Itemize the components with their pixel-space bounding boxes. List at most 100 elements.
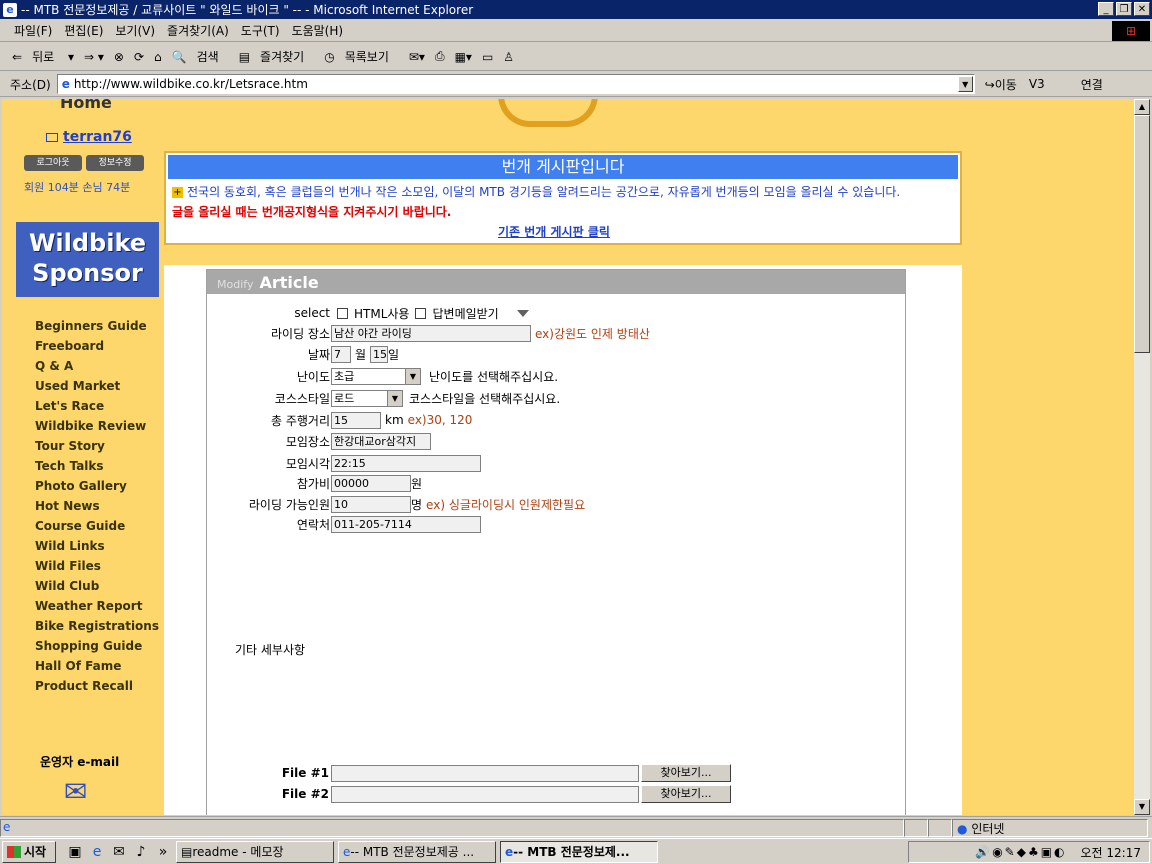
menu-edit[interactable]: 편집(E): [64, 22, 103, 39]
menu-view[interactable]: 보기(V): [115, 22, 155, 39]
nav-item[interactable]: Tour Story: [35, 439, 159, 459]
sponsor-banner[interactable]: Wildbike Sponsor: [16, 222, 159, 297]
place-label: 라이딩 장소: [270, 326, 330, 341]
meet-place-input[interactable]: 한강대교or삼각지: [331, 432, 431, 450]
nav-item[interactable]: Let's Race: [35, 399, 159, 419]
file2-browse-button[interactable]: 찾아보기...: [641, 785, 731, 803]
favorites-button[interactable]: ▤ 즐겨찾기: [239, 48, 315, 65]
stop-icon[interactable]: ⊗: [114, 50, 124, 64]
edit-icon[interactable]: ▦▾: [455, 50, 472, 64]
search-button[interactable]: 🔍 검색: [172, 48, 229, 65]
address-input[interactable]: e http://www.wildbike.co.kr/Letsrace.htm…: [56, 74, 975, 94]
distance-input[interactable]: 15: [331, 411, 381, 429]
home-link[interactable]: Home: [60, 99, 112, 112]
discuss-icon[interactable]: ▭: [482, 50, 493, 64]
nav-item[interactable]: Product Recall: [35, 679, 159, 699]
old-board-link[interactable]: 기존 번개 게시판 클릭: [498, 223, 610, 240]
scroll-up-icon[interactable]: ▲: [1134, 99, 1150, 115]
nav-item[interactable]: Wildbike Review: [35, 419, 159, 439]
meet-time-input[interactable]: 22:15: [331, 454, 481, 472]
menu-favorites[interactable]: 즐겨찾기(A): [167, 22, 229, 39]
scroll-thumb[interactable]: [1134, 115, 1150, 353]
course-select[interactable]: 로드 ▼: [331, 389, 403, 407]
nav-item[interactable]: Hot News: [35, 499, 159, 519]
nav-item[interactable]: Tech Talks: [35, 459, 159, 479]
print-icon[interactable]: ⎙: [435, 49, 445, 64]
html-checkbox[interactable]: [337, 307, 348, 319]
tray-icons[interactable]: 🔊◉✎◆♣▣◐: [975, 845, 1066, 859]
window-controls: _ ❐ ✕: [1098, 2, 1150, 16]
task-notepad[interactable]: ▤ readme - 메모장: [176, 840, 334, 863]
nav-item[interactable]: Used Market: [35, 379, 159, 399]
more-icon[interactable]: »: [154, 843, 172, 861]
minimize-button[interactable]: _: [1098, 2, 1114, 16]
username-link[interactable]: terran76: [46, 129, 132, 145]
nav-item[interactable]: Hall Of Fame: [35, 659, 159, 679]
meet-place-label: 모임장소: [285, 434, 330, 449]
address-bar: 주소(D) e http://www.wildbike.co.kr/Letsra…: [0, 72, 1152, 97]
links-button[interactable]: 연결: [1081, 76, 1103, 93]
sponsor-line2: Sponsor: [32, 259, 143, 287]
date-label: 날짜: [307, 347, 330, 362]
nav-item[interactable]: Weather Report: [35, 599, 159, 619]
logout-button[interactable]: 로그아웃: [24, 155, 82, 171]
messenger-icon[interactable]: ♙: [503, 50, 514, 64]
nav-item[interactable]: Wild Files: [35, 559, 159, 579]
menu-help[interactable]: 도움말(H): [292, 22, 344, 39]
desktop-icon[interactable]: ▣: [66, 843, 84, 861]
chevron-down-icon: ▼: [387, 390, 402, 406]
contact-input[interactable]: 011-205-7114: [331, 515, 481, 533]
outlook-icon[interactable]: ✉: [110, 843, 128, 861]
date-row: 날짜 7 월 15 일: [207, 345, 399, 363]
nav-item[interactable]: Shopping Guide: [35, 639, 159, 659]
task-ie-2[interactable]: e -- MTB 전문정보제...: [500, 840, 658, 863]
history-button[interactable]: ◷ 목록보기: [324, 48, 399, 65]
menu-bar: 파일(F) 편집(E) 보기(V) 즐겨찾기(A) 도구(T) 도움말(H): [0, 19, 1152, 42]
fee-input[interactable]: 00000: [331, 474, 411, 492]
v3-button[interactable]: V3: [1029, 77, 1045, 91]
scroll-down-icon[interactable]: ▼: [1134, 799, 1150, 815]
capacity-input[interactable]: 10: [331, 495, 411, 513]
expand-icon[interactable]: [516, 309, 529, 317]
address-dropdown-icon[interactable]: ▼: [957, 76, 973, 92]
ie-quick-icon[interactable]: e: [88, 843, 106, 861]
file1-browse-button[interactable]: 찾아보기...: [641, 764, 731, 782]
nav-item[interactable]: Course Guide: [35, 519, 159, 539]
place-input[interactable]: 남산 야간 라이딩: [331, 324, 531, 342]
distance-example: ex)30, 120: [407, 413, 473, 427]
back-button[interactable]: ⇐ 뒤로 ▾: [12, 48, 74, 65]
day-input[interactable]: 15: [370, 345, 389, 363]
mail-icon[interactable]: ✉▾: [409, 50, 425, 64]
nav-item[interactable]: Freeboard: [35, 339, 159, 359]
reply-mail-checkbox[interactable]: [415, 307, 427, 319]
menu-file[interactable]: 파일(F): [14, 22, 52, 39]
forward-button[interactable]: ⇒ ▾: [84, 50, 104, 64]
task-ie-1[interactable]: e -- MTB 전문정보제공 ...: [338, 840, 496, 863]
nav-item[interactable]: Beginners Guide: [35, 319, 159, 339]
nav-item[interactable]: Photo Gallery: [35, 479, 159, 499]
mail-bird-icon[interactable]: ✉: [64, 775, 104, 811]
start-button[interactable]: 시작: [2, 840, 56, 863]
file2-input[interactable]: [331, 785, 639, 803]
level-select[interactable]: 초급 ▼: [331, 367, 421, 385]
toolbar: ⇐ 뒤로 ▾ ⇒ ▾ ⊗ ⟳ ⌂ 🔍 검색 ▤ 즐겨찾기 ◷ 목록보기 ✉▾ ⎙ ▦▾ …: [0, 43, 1152, 71]
task-ie-1-label: -- MTB 전문정보제공 ...: [350, 845, 475, 859]
home-icon[interactable]: ⌂: [154, 50, 162, 64]
nav-item[interactable]: Q & A: [35, 359, 159, 379]
media-icon[interactable]: ♪: [132, 843, 150, 861]
edit-info-button[interactable]: 정보수정: [86, 155, 144, 171]
file1-input[interactable]: [331, 764, 639, 782]
nav-item[interactable]: Bike Registrations: [35, 619, 159, 639]
place-row: 라이딩 장소 남산 야간 라이딩 ex)강원도 인제 방태산: [207, 324, 650, 342]
restore-button[interactable]: ❐: [1116, 2, 1132, 16]
nav-item[interactable]: Wild Links: [35, 539, 159, 559]
refresh-icon[interactable]: ⟳: [134, 50, 144, 64]
close-button[interactable]: ✕: [1134, 2, 1150, 16]
status-segment: [904, 818, 928, 837]
go-button[interactable]: ↪이동: [985, 76, 1017, 93]
menu-tools[interactable]: 도구(T): [241, 22, 280, 39]
vertical-scrollbar[interactable]: ▲ ▼: [1134, 99, 1150, 815]
month-input[interactable]: 7: [331, 345, 351, 363]
nav-item[interactable]: Wild Club: [35, 579, 159, 599]
capacity-example: ex) 싱글라이딩시 인원제한필요: [426, 497, 586, 512]
